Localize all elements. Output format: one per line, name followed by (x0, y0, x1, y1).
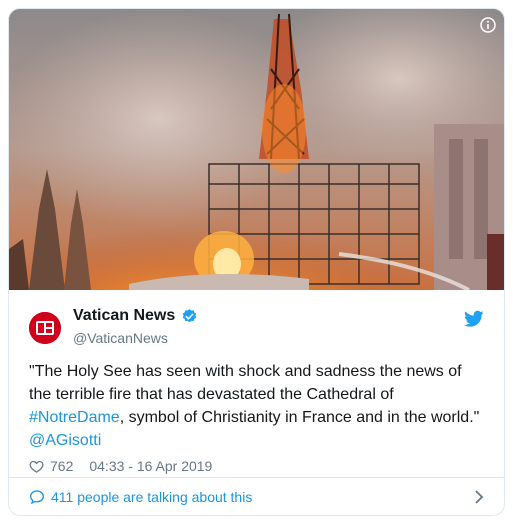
like-count[interactable]: 762 (50, 458, 73, 474)
chevron-right-icon[interactable] (474, 490, 484, 504)
talking-about-text: 411 people are talking about this (51, 488, 253, 505)
name-row: Vatican News (73, 307, 198, 325)
tweet-meta: 762 04:33 - 16 Apr 2019 (29, 458, 504, 474)
verified-badge-icon (183, 308, 197, 322)
account-name[interactable]: Vatican News (73, 307, 175, 325)
avatar[interactable] (29, 312, 61, 344)
tweet-text-line1: "The Holy See has seen with shock and sa… (29, 363, 462, 380)
account-handle[interactable]: @VaticanNews (73, 330, 168, 346)
embedded-tweet-card: Vatican News @VaticanNews "The Holy See … (8, 8, 505, 516)
speech-bubble-icon (29, 489, 45, 504)
tweet-media-photo[interactable] (9, 9, 504, 290)
info-icon[interactable] (480, 17, 496, 33)
tweet-body: Vatican News @VaticanNews "The Holy See … (9, 290, 504, 474)
tweet-text-line2: the terrible fire that has devastated th… (29, 386, 394, 403)
mention-link[interactable]: @AGisotti (29, 432, 101, 449)
heart-icon[interactable] (29, 459, 44, 474)
tweet-text-line3: , symbol of Christianity in France and i… (119, 409, 480, 426)
twitter-bird-icon[interactable] (464, 310, 484, 328)
tweet-header: Vatican News @VaticanNews (29, 290, 504, 348)
hashtag-link[interactable]: #NotreDame (29, 409, 120, 426)
tweet-timestamp[interactable]: 04:33 - 16 Apr 2019 (89, 458, 212, 474)
notre-dame-fire-image (9, 9, 504, 290)
talking-about-link[interactable]: 411 people are talking about this (9, 478, 504, 515)
tweet-text: "The Holy See has seen with shock and sa… (29, 360, 504, 452)
